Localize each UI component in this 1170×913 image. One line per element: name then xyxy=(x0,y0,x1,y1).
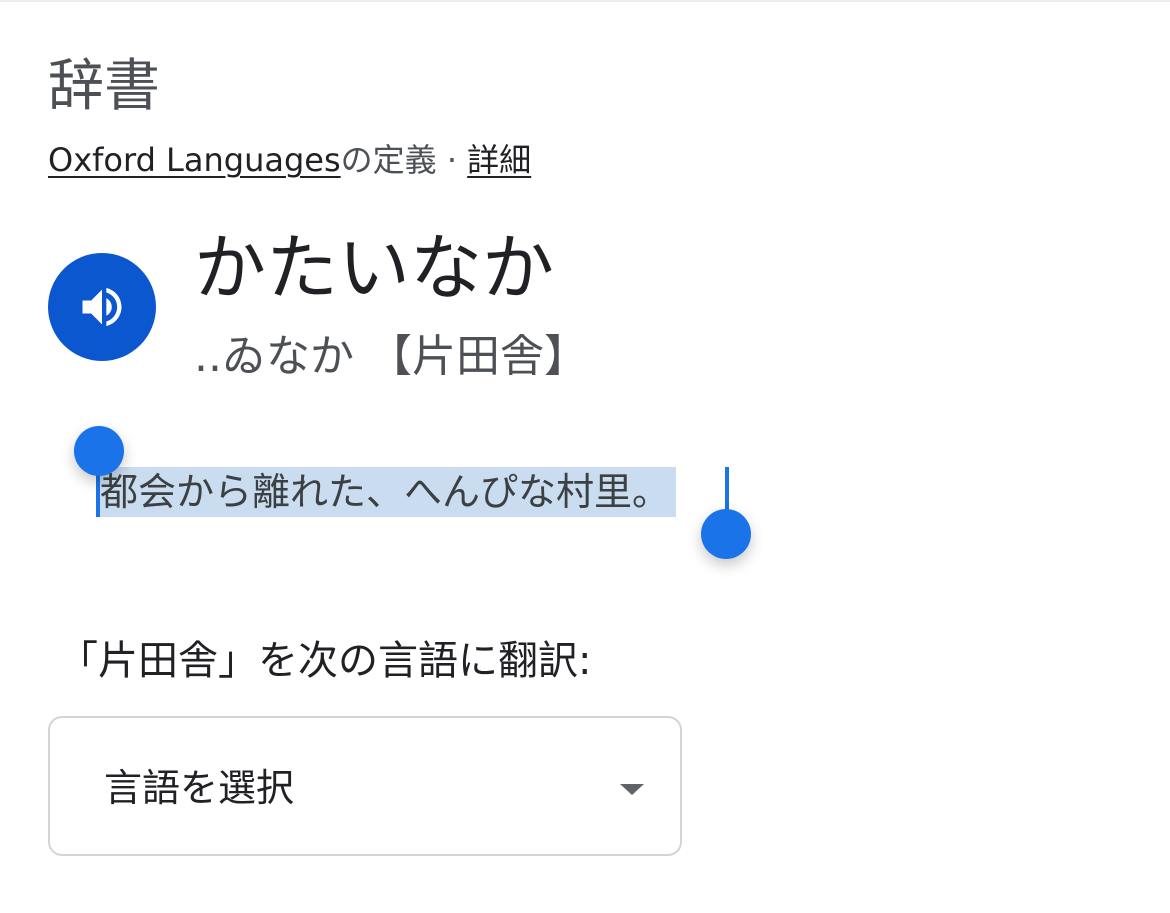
source-suffix: の定義 · xyxy=(340,141,468,179)
selection-start-handle[interactable] xyxy=(74,426,124,476)
language-select-value: 言語を選択 xyxy=(104,766,295,810)
source-attribution: Oxford Languagesの定義 · 詳細 xyxy=(48,138,531,182)
language-select[interactable]: 言語を選択 xyxy=(48,716,682,856)
definition-text[interactable]: 都会から離れた、へんぴな村里。 xyxy=(98,467,677,517)
dropdown-arrow-icon xyxy=(620,784,644,795)
oxford-languages-link[interactable]: Oxford Languages xyxy=(48,141,341,179)
translate-label: 「片田舎」を次の言語に翻訳: xyxy=(58,638,592,684)
pronunciation-audio-button[interactable] xyxy=(48,253,156,361)
details-link[interactable]: 詳細 xyxy=(467,141,531,179)
reading: ..ゐなか 【片田舎】 xyxy=(194,331,588,382)
top-divider xyxy=(0,0,1170,2)
speaker-icon xyxy=(76,281,128,333)
selection-end-handle[interactable] xyxy=(701,509,751,559)
headword: かたいなか xyxy=(194,226,555,310)
definition-container: 都会から離れた、へんぴな村里。 xyxy=(98,467,677,517)
dictionary-title: 辞書 xyxy=(48,54,160,119)
